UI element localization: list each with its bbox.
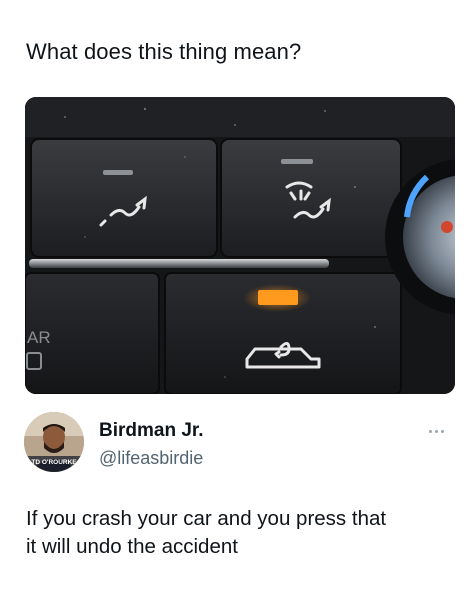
reply-text-line-2: it will undo the accident xyxy=(26,535,238,558)
defrost-button[interactable] xyxy=(220,138,402,258)
side-button[interactable]: AR xyxy=(25,272,160,394)
avatar[interactable]: TD O'ROURKE xyxy=(24,412,84,472)
post-question: What does this thing mean? xyxy=(26,39,302,64)
author-name[interactable]: Birdman Jr. xyxy=(99,419,204,443)
indicator-light xyxy=(258,290,298,305)
recirculation-button[interactable] xyxy=(164,272,402,394)
more-dots-icon[interactable] xyxy=(424,423,448,439)
avatar-caption: TD O'ROURKE xyxy=(31,459,77,466)
reply-text-line-1: If you crash your car and you press that xyxy=(26,507,387,530)
side-label: AR xyxy=(27,328,51,347)
author-handle[interactable]: @lifeasbirdie xyxy=(99,446,203,470)
dashboard-photo[interactable]: AR xyxy=(25,97,455,394)
reply-text: If you crash your car and you press that… xyxy=(26,505,456,561)
ac-vent-button[interactable] xyxy=(30,138,218,258)
